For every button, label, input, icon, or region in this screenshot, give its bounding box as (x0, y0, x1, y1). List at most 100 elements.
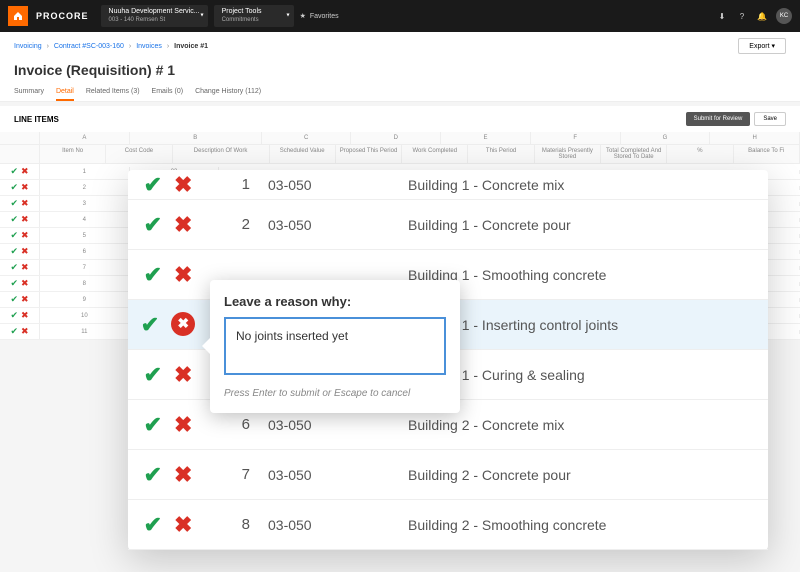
top-navbar: PROCORE Nuuha Development Servic... 003 … (0, 0, 800, 32)
tab-emails[interactable]: Emails (0) (152, 84, 184, 101)
tab-summary[interactable]: Summary (14, 84, 44, 101)
home-icon[interactable] (8, 6, 28, 26)
approve-icon[interactable]: ✔ (10, 294, 18, 305)
col-header: Scheduled Value (270, 145, 336, 163)
tab-detail[interactable]: Detail (56, 84, 74, 101)
reject-icon[interactable]: ✖ (21, 230, 29, 241)
row-number: 9 (40, 295, 130, 305)
col-header: Description Of Work (173, 145, 270, 163)
reject-icon[interactable]: ✖ (174, 362, 192, 388)
approve-icon[interactable]: ✔ (10, 262, 18, 273)
approve-icon[interactable]: ✔ (10, 310, 18, 321)
reject-icon[interactable]: ✖ (21, 182, 29, 193)
reject-icon[interactable]: ✖ (21, 262, 29, 273)
save-button[interactable]: Save (754, 112, 786, 126)
help-icon[interactable]: ? (736, 10, 748, 22)
chevron-down-icon: ▾ (287, 12, 290, 19)
approve-icon[interactable]: ✔ (144, 212, 162, 238)
crumb-contract[interactable]: Contract #SC-003-160 (54, 43, 124, 50)
col-header: Balance To Fi (734, 145, 800, 163)
col-letter: B (130, 132, 262, 144)
avatar[interactable]: KC (776, 8, 792, 24)
row-code: 03-050 (268, 467, 388, 483)
approve-icon[interactable]: ✔ (10, 198, 18, 209)
row-number: 3 (40, 199, 130, 209)
tab-history[interactable]: Change History (112) (195, 84, 261, 101)
bell-icon[interactable]: 🔔 (756, 10, 768, 22)
row-number: 7 (208, 466, 268, 483)
reject-icon[interactable]: ✖ (174, 412, 192, 438)
reason-title: Leave a reason why: (224, 294, 446, 309)
reject-icon[interactable]: ✖ (21, 326, 29, 337)
reject-icon[interactable]: ✖ (21, 278, 29, 289)
row-desc: Building 2 - Concrete pour (388, 467, 768, 483)
approve-icon[interactable]: ✔ (10, 166, 18, 177)
col-letter: D (351, 132, 441, 144)
popup-arrow-icon (202, 338, 210, 354)
crumb-invoices[interactable]: Invoices (136, 43, 162, 50)
reject-icon[interactable]: ✖ (174, 512, 192, 538)
approve-icon[interactable]: ✔ (10, 246, 18, 257)
reject-icon[interactable]: ✖ (21, 198, 29, 209)
approve-icon[interactable]: ✔ (144, 512, 162, 538)
approve-icon[interactable]: ✔ (10, 214, 18, 225)
approve-icon[interactable]: ✔ (144, 462, 162, 488)
favorites-link[interactable]: ★ Favorites (300, 12, 339, 20)
row-code: 03-050 (268, 417, 388, 433)
col-header: % (667, 145, 733, 163)
reject-icon[interactable]: ✖ (174, 212, 192, 238)
approve-icon[interactable]: ✔ (144, 262, 162, 288)
row-number: 1 (40, 167, 130, 177)
reject-icon[interactable]: ✖ (21, 166, 29, 177)
col-header: Cost Code (106, 145, 172, 163)
col-letter: F (531, 132, 621, 144)
table-header-row: Item No Cost Code Description Of Work Sc… (0, 145, 800, 164)
chevron-down-icon: ▾ (771, 43, 775, 50)
reject-icon[interactable]: ✖ (21, 246, 29, 257)
page-title: Invoice (Requisition) # 1 (0, 60, 800, 84)
row-desc: Building 2 - Concrete mix (388, 417, 768, 433)
table-row: ✔ ✖ 703-050Building 2 - Concrete pour (128, 450, 768, 500)
col-header: Total Completed And Stored To Date (601, 145, 667, 163)
breadcrumb: Invoicing › Contract #SC-003-160 › Invoi… (14, 43, 208, 50)
crumb-invoicing[interactable]: Invoicing (14, 43, 42, 50)
reject-icon[interactable]: ✖ (174, 262, 192, 288)
col-header: Materials Presently Stored (535, 145, 601, 163)
approve-icon[interactable]: ✔ (10, 278, 18, 289)
row-code: 03-050 (268, 177, 388, 193)
approve-icon[interactable]: ✔ (144, 172, 162, 198)
row-number: 4 (40, 215, 130, 225)
tools-selector[interactable]: Project Tools Commitments ▾ (214, 5, 294, 27)
reject-icon[interactable]: ✖ (174, 172, 192, 198)
tools-top: Project Tools (222, 8, 286, 16)
approve-icon[interactable]: ✔ (144, 412, 162, 438)
row-number: 6 (208, 416, 268, 433)
approve-icon[interactable]: ✔ (141, 312, 159, 338)
line-items-header: LINE ITEMS Submit for Review Save (0, 106, 800, 132)
export-button[interactable]: Export ▾ (738, 38, 786, 54)
reject-icon[interactable]: ✖ (171, 312, 195, 336)
download-icon[interactable]: ⬇ (716, 10, 728, 22)
approve-icon[interactable]: ✔ (144, 362, 162, 388)
reject-icon[interactable]: ✖ (21, 294, 29, 305)
row-number: 5 (40, 231, 130, 241)
reason-input[interactable]: No joints inserted yet (224, 317, 446, 375)
approve-icon[interactable]: ✔ (10, 326, 18, 337)
row-code: 03-050 (268, 217, 388, 233)
app-logo: PROCORE (36, 11, 89, 21)
reject-icon[interactable]: ✖ (174, 462, 192, 488)
col-letter: C (262, 132, 352, 144)
project-selector[interactable]: Nuuha Development Servic... 003 - 140 Re… (101, 5, 208, 27)
export-label: Export (749, 43, 769, 50)
row-number: 8 (208, 516, 268, 533)
row-number: 11 (40, 327, 130, 337)
reject-icon[interactable]: ✖ (21, 214, 29, 225)
table-letter-row: A B C D E F G H (0, 132, 800, 145)
approve-icon[interactable]: ✔ (10, 230, 18, 241)
table-row: ✔✖203-050Building 1 - Concrete pour (128, 200, 768, 250)
reject-icon[interactable]: ✖ (21, 310, 29, 321)
tab-related[interactable]: Related Items (3) (86, 84, 140, 101)
approve-icon[interactable]: ✔ (10, 182, 18, 193)
submit-review-button[interactable]: Submit for Review (686, 112, 751, 126)
row-desc: Building 1 - Concrete mix (388, 177, 768, 193)
